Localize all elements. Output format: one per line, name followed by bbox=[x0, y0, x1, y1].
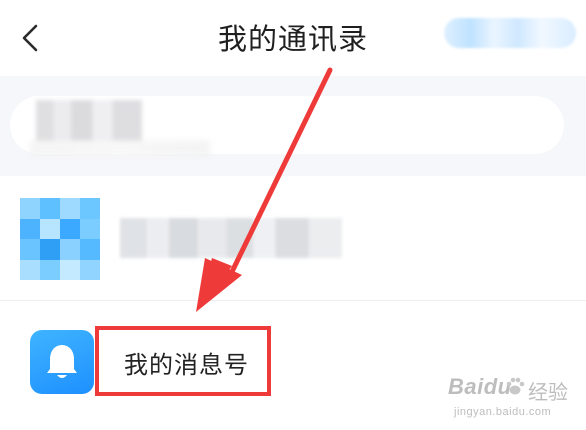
watermark-suffix: 经验 bbox=[528, 382, 568, 404]
avatar bbox=[20, 198, 100, 280]
contact-name bbox=[120, 218, 342, 258]
search-placeholder-blur bbox=[30, 140, 210, 156]
watermark-url: jingyan.baidu.com bbox=[454, 406, 552, 418]
paw-icon bbox=[506, 377, 525, 395]
highlight-box bbox=[95, 326, 271, 396]
search-placeholder-blur bbox=[24, 100, 142, 142]
bell-icon bbox=[47, 345, 77, 378]
watermark: Baidu 经验 jingyan.baidu.com bbox=[446, 372, 586, 430]
watermark-logo: Baidu bbox=[448, 374, 512, 399]
bell-icon-tile bbox=[30, 330, 94, 394]
top-bar: 我的通讯录 bbox=[0, 0, 586, 76]
header-action-button[interactable] bbox=[444, 18, 576, 48]
